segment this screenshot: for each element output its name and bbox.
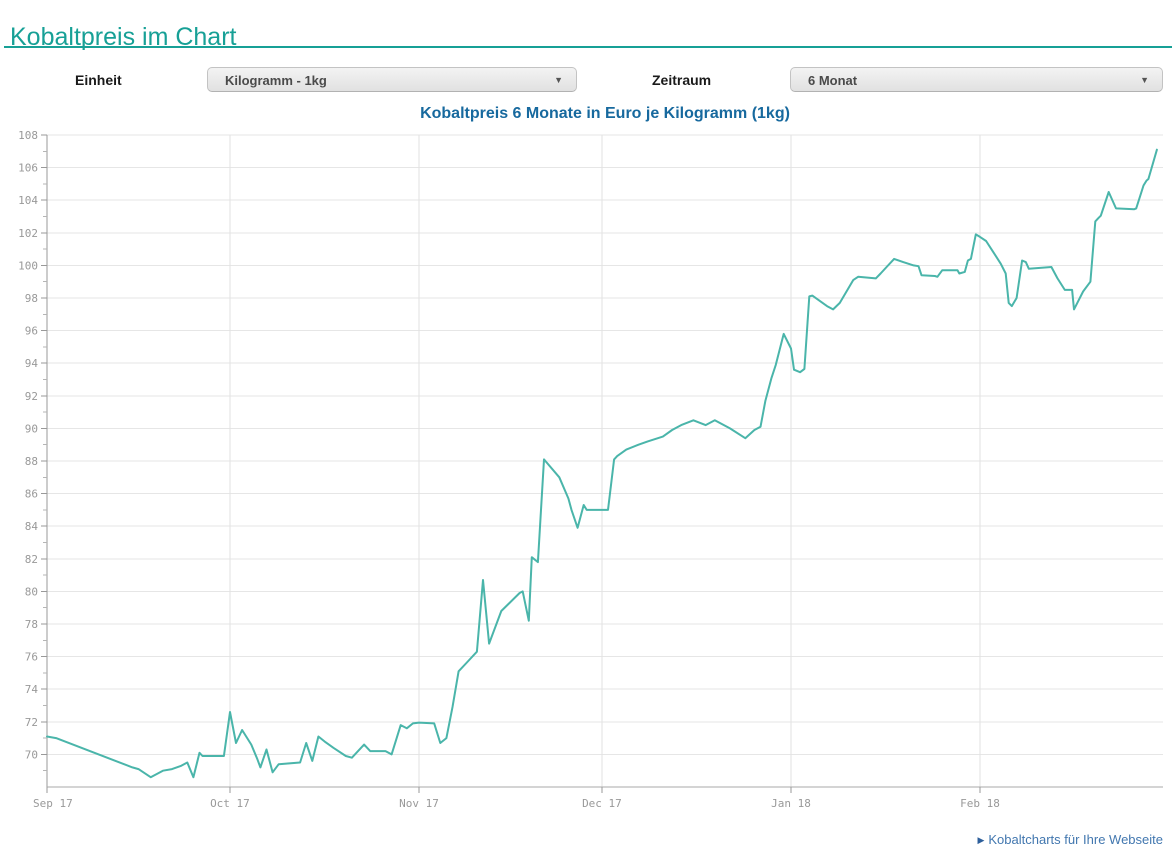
y-axis-label: 96 xyxy=(25,325,38,338)
y-axis-label: 72 xyxy=(25,716,38,729)
x-axis-label: Dec 17 xyxy=(582,797,622,810)
arrow-right-icon: ▶ xyxy=(977,835,984,845)
x-axis-label: Feb 18 xyxy=(960,797,1000,810)
y-axis-label: 102 xyxy=(18,227,38,240)
y-axis-label: 78 xyxy=(25,618,38,631)
y-axis-label: 80 xyxy=(25,585,38,598)
y-axis-label: 86 xyxy=(25,488,38,501)
webseite-link[interactable]: ▶ Kobaltcharts für Ihre Webseite xyxy=(977,832,1163,847)
y-axis-label: 76 xyxy=(25,651,38,664)
y-axis-label: 82 xyxy=(25,553,38,566)
price-line-chart[interactable]: 70 72 74 76 78 80 82 84 86 88 90 92 94 96 98 100 102 104 1… xyxy=(0,0,1176,852)
y-axis-label: 88 xyxy=(25,455,38,468)
x-axis-label: Sep 17 xyxy=(33,797,73,810)
x-axis-label: Oct 17 xyxy=(210,797,250,810)
y-axis-label: 84 xyxy=(25,520,39,533)
y-axis-label: 106 xyxy=(18,162,38,175)
y-axis-label: 90 xyxy=(25,422,38,435)
x-axis-label: Jan 18 xyxy=(771,797,811,810)
x-axis-label: Nov 17 xyxy=(399,797,439,810)
y-axis-label: 92 xyxy=(25,390,38,403)
y-axis-label: 74 xyxy=(25,683,39,696)
y-axis-label: 100 xyxy=(18,259,38,272)
y-axis-label: 94 xyxy=(25,357,39,370)
y-axis-label: 108 xyxy=(18,129,38,142)
webseite-link-label: Kobaltcharts für Ihre Webseite xyxy=(988,832,1163,847)
y-axis-label: 98 xyxy=(25,292,38,305)
y-axis-label: 70 xyxy=(25,748,38,761)
y-axis-label: 104 xyxy=(18,194,38,207)
